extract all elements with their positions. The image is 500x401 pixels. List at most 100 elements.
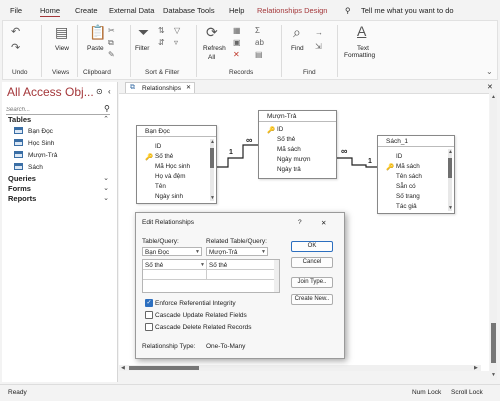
field-right-value[interactable]: Số thẻ	[209, 262, 227, 269]
search-icon[interactable]: ⚲	[345, 6, 351, 15]
nav-section-reports[interactable]: Reports	[8, 194, 36, 203]
field-item[interactable]: Họ và đệm	[155, 173, 185, 180]
field-item[interactable]: ID	[155, 143, 161, 150]
table-window-title[interactable]: Sách_1	[378, 136, 454, 147]
spelling-icon[interactable]: ab	[255, 39, 264, 47]
save-record-icon[interactable]: ▣	[233, 39, 241, 47]
related-table-query-select[interactable]: Mượn-Trả ▼	[206, 247, 268, 256]
sort-ascending-icon[interactable]: ⇅	[158, 27, 165, 35]
field-item[interactable]: Ngày trả	[277, 166, 301, 173]
text-formatting-label[interactable]: Text	[357, 45, 369, 52]
refresh-all-button[interactable]: Refresh	[203, 45, 226, 52]
scroll-thumb[interactable]	[491, 323, 496, 363]
menu-create[interactable]: Create	[75, 6, 98, 15]
ok-button[interactable]: OK	[291, 241, 333, 252]
close-icon[interactable]: ✕	[487, 83, 493, 91]
field-item[interactable]: Số thẻ	[155, 153, 173, 160]
join-type-button[interactable]: Join Type..	[291, 277, 333, 288]
help-button[interactable]: ?	[298, 219, 302, 226]
field-item[interactable]: Ngày mượn	[277, 156, 311, 163]
new-record-icon[interactable]: ▦	[233, 27, 241, 35]
totals-icon[interactable]: Σ	[255, 27, 260, 35]
field-left-value[interactable]: Số thẻ	[145, 262, 163, 269]
sort-descending-icon[interactable]: ⇵	[158, 39, 165, 47]
copy-icon[interactable]: ⧉	[108, 39, 114, 47]
scroll-thumb[interactable]	[210, 148, 214, 168]
field-item[interactable]: Tác giả	[396, 203, 417, 210]
field-item[interactable]: Số thẻ	[277, 136, 295, 143]
scroll-right-icon[interactable]: ▶	[474, 365, 478, 371]
text-formatting-icon[interactable]: A	[357, 24, 366, 38]
table-window-ban-doc[interactable]: Bạn Đọc ID 🔑 Số thẻ Mã Học sinh Họ và đệ…	[136, 125, 217, 204]
undo-icon[interactable]: ↶	[11, 27, 20, 38]
vertical-scrollbar[interactable]: ▲ ▼	[490, 93, 497, 380]
chevron-down-icon[interactable]: ▼	[200, 262, 205, 268]
chevron-down-icon[interactable]: ⌄	[103, 184, 109, 192]
menu-home[interactable]: Home	[40, 6, 61, 17]
select-icon[interactable]: ⇲	[315, 43, 322, 51]
close-button[interactable]: ✕	[321, 219, 326, 227]
field-item[interactable]: Ngày sinh	[155, 193, 183, 200]
find-icon[interactable]: ⌕	[293, 25, 301, 39]
menu-relationships-design[interactable]: Relationships Design	[257, 6, 327, 15]
table-window-title[interactable]: Mượn-Trả	[259, 111, 336, 122]
menu-database-tools[interactable]: Database Tools	[163, 6, 215, 15]
menu-file[interactable]: File	[10, 6, 22, 15]
field-item[interactable]: Mã sách	[277, 146, 301, 153]
table-row[interactable]	[143, 270, 274, 280]
chevron-down-icon[interactable]: ⌄	[103, 174, 109, 182]
filter-icon[interactable]: ⏷	[138, 25, 149, 39]
close-tab-icon[interactable]: ✕	[186, 84, 191, 91]
text-formatting-label-2[interactable]: Formatting	[344, 52, 375, 59]
table-query-select[interactable]: Bạn Đọc ▼	[142, 247, 202, 256]
nav-item-muon-tra[interactable]: Mượn-Trả	[14, 151, 57, 159]
nav-pane-title[interactable]: All Access Obj...	[7, 85, 94, 99]
collapse-ribbon-icon[interactable]: ⌄	[486, 68, 493, 76]
field-item[interactable]: ID	[396, 153, 402, 160]
create-new-button[interactable]: Create New..	[291, 294, 333, 305]
field-item[interactable]: Tên	[155, 183, 166, 190]
scroll-down-icon[interactable]: ▼	[491, 372, 496, 378]
view-button[interactable]: View	[55, 45, 69, 52]
enforce-referential-integrity-checkbox[interactable]: ✓	[145, 299, 153, 307]
advanced-filter-icon[interactable]: ▿	[174, 39, 178, 47]
nav-section-tables[interactable]: Tables	[8, 115, 31, 124]
field-item[interactable]: Tên sách	[396, 173, 422, 180]
nav-item-ban-doc[interactable]: Bạn Đọc	[14, 127, 53, 135]
grid-scrollbar[interactable]	[274, 260, 279, 292]
more-records-icon[interactable]: ▤	[255, 51, 263, 59]
tab-relationships[interactable]: ⧉ Relationships ✕	[125, 82, 195, 93]
field-item[interactable]: ID	[277, 126, 283, 133]
cascade-update-checkbox[interactable]	[145, 311, 153, 319]
find-button[interactable]: Find	[291, 45, 304, 52]
table-row[interactable]: Số thẻ ▼ Số thẻ	[143, 260, 274, 270]
menu-external-data[interactable]: External Data	[109, 6, 154, 15]
filter-button[interactable]: Filter	[135, 45, 149, 52]
horizontal-scrollbar[interactable]: ◀ ▶	[119, 365, 481, 371]
field-item[interactable]: Sẵn có	[396, 183, 416, 190]
nav-search-input[interactable]	[6, 105, 110, 115]
scroll-thumb[interactable]	[448, 158, 452, 178]
chevron-down-icon[interactable]: ⌄	[103, 194, 109, 202]
menu-help[interactable]: Help	[229, 6, 244, 15]
scroll-up-icon[interactable]: ▲	[491, 94, 496, 100]
tell-me-search[interactable]: Tell me what you want to do	[361, 6, 454, 15]
field-item[interactable]: Mã Học sinh	[155, 163, 190, 170]
nav-item-sach[interactable]: Sách	[14, 163, 43, 171]
field-item[interactable]: Số trang	[396, 193, 420, 200]
refresh-icon[interactable]: ⟳	[206, 25, 218, 39]
scroll-down-icon[interactable]: ▼	[448, 205, 453, 211]
scroll-down-icon[interactable]: ▼	[210, 195, 215, 201]
scroll-left-icon[interactable]: ◀	[121, 365, 125, 371]
cascade-delete-checkbox[interactable]	[145, 323, 153, 331]
nav-menu-icon[interactable]: ⊙	[96, 87, 103, 96]
shutter-bar-icon[interactable]: ‹	[108, 87, 111, 96]
redo-icon[interactable]: ↷	[11, 43, 20, 54]
table-window-title[interactable]: Bạn Đọc	[137, 126, 216, 137]
cancel-button[interactable]: Cancel	[291, 257, 333, 268]
paste-button[interactable]: Paste	[87, 45, 104, 52]
delete-record-icon[interactable]: ✕	[233, 51, 240, 59]
selection-filter-icon[interactable]: ▽	[174, 27, 180, 35]
format-painter-icon[interactable]: ✎	[108, 51, 115, 59]
table-window-muon-tra[interactable]: Mượn-Trả 🔑 ID Số thẻ Mã sách Ngày mượn N…	[258, 110, 337, 179]
